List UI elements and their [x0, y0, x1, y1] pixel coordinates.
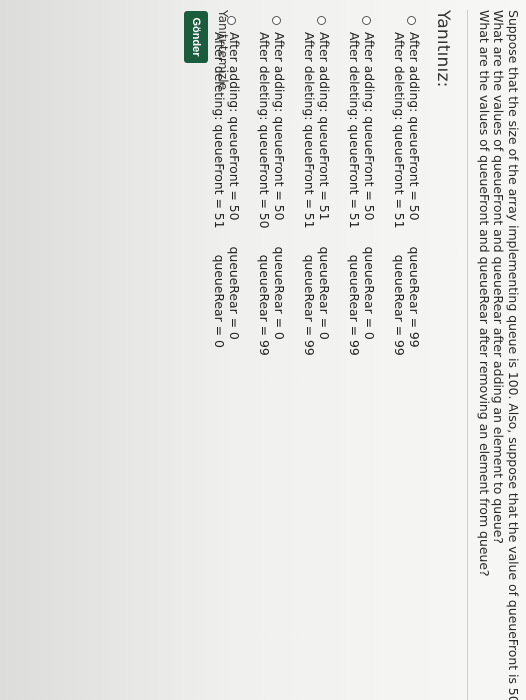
question-line: What are the values of queueFront and qu…: [476, 10, 492, 577]
clear-answer-link[interactable]: Yanıtı temizle: [216, 10, 230, 90]
after-adding-front: After adding: queueFront = 50: [407, 32, 422, 221]
option-text: After adding: queueFront = 50 queueRear =…: [257, 32, 287, 356]
after-deleting-front: After deleting: queueFront = 51: [392, 32, 407, 229]
after-adding-front: After adding: queueFront = 50: [362, 32, 377, 221]
after-adding-rear: queueRear = 99: [407, 246, 422, 348]
question-text: Suppose that the size of the array imple…: [476, 10, 521, 700]
question-line: What are the values of queueFront and qu…: [491, 10, 507, 544]
after-deleting-rear: queueRear = 99: [347, 254, 362, 356]
after-deleting-rear: queueRear = 99: [392, 254, 407, 356]
radio-button[interactable]: [407, 16, 416, 25]
after-adding-front: After adding: queueFront = 51: [317, 32, 332, 221]
submit-button[interactable]: Gönder: [184, 11, 208, 63]
after-deleting-rear: queueRear = 99: [257, 254, 272, 356]
after-deleting-front: After deleting: queueFront = 51: [302, 32, 317, 229]
after-adding-rear: queueRear = 0: [317, 246, 332, 340]
radio-button[interactable]: [317, 16, 326, 25]
after-adding-rear: queueRear = 0: [227, 246, 242, 340]
divider: [467, 10, 468, 700]
after-adding-front: After adding: queueFront = 50: [272, 32, 287, 221]
answers-title: Yanıtınız:: [433, 10, 453, 88]
after-deleting-front: After deleting: queueFront = 50: [257, 32, 272, 229]
option-text: After adding: queueFront = 50 queueRear =…: [392, 32, 422, 356]
radio-button[interactable]: [272, 16, 281, 25]
after-deleting-rear: queueRear = 0: [212, 254, 227, 348]
after-deleting-rear: queueRear = 99: [302, 254, 317, 356]
after-adding-rear: queueRear = 0: [362, 246, 377, 340]
after-deleting-front: After deleting: queueFront = 51: [347, 32, 362, 229]
option-text: After adding: queueFront = 51 queueRear =…: [302, 32, 332, 356]
question-line: Suppose that the size of the array imple…: [506, 10, 521, 700]
option-text: After adding: queueFront = 50 queueRear =…: [347, 32, 377, 356]
radio-button[interactable]: [362, 16, 371, 25]
quiz-panel: Suppose that the size of the array imple…: [0, 0, 526, 700]
after-adding-rear: queueRear = 0: [272, 246, 287, 340]
